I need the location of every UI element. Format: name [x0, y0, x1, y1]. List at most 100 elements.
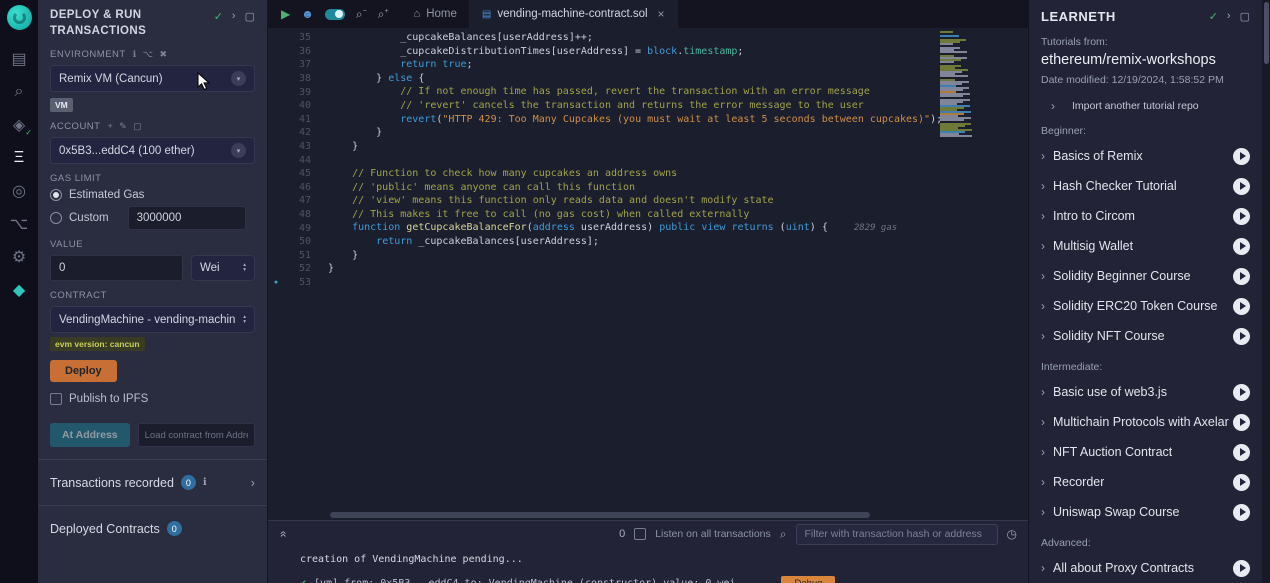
play-button[interactable] — [1233, 384, 1250, 401]
play-button[interactable] — [1233, 414, 1250, 431]
play-button[interactable] — [1233, 148, 1250, 165]
gutter-line[interactable]: 39 — [268, 85, 324, 99]
tutorial-item[interactable]: ›Basic use of web3.js — [1041, 377, 1250, 407]
tutorial-item[interactable]: ›Recorder — [1041, 467, 1250, 497]
value-unit-select[interactable]: Wei ▴▾ — [191, 255, 255, 281]
learneth-icon[interactable]: ◆ — [0, 273, 38, 306]
zoom-in-icon[interactable]: ⌕+ — [378, 8, 389, 20]
zoom-out-icon[interactable]: ⌕− — [356, 8, 367, 20]
code-editor[interactable]: 353637383940414243444546474849505152●53 … — [268, 28, 1028, 510]
expand-terminal-icon[interactable]: » — [275, 531, 289, 538]
code-line[interactable]: // 'public' means anyone can call this f… — [328, 181, 940, 195]
gutter-line[interactable]: 42 — [268, 126, 324, 140]
at-address-button[interactable]: At Address — [50, 423, 130, 447]
play-button[interactable] — [1233, 298, 1250, 315]
play-button[interactable] — [1233, 444, 1250, 461]
value-input[interactable] — [50, 255, 183, 281]
gutter-line[interactable]: 35 — [268, 31, 324, 45]
gutter-line[interactable]: 49 — [268, 221, 324, 235]
play-button[interactable] — [1233, 560, 1250, 577]
chevron-right-icon[interactable]: › — [1227, 10, 1231, 23]
code-line[interactable]: } — [328, 249, 940, 263]
play-button[interactable] — [1233, 178, 1250, 195]
code-line[interactable]: return true; — [328, 58, 940, 72]
gutter-line[interactable]: 41 — [268, 113, 324, 127]
add-account-icon[interactable]: + — [107, 121, 113, 132]
deployed-contracts-row[interactable]: Deployed Contracts 0 — [50, 514, 255, 543]
environment-select[interactable]: Remix VM (Cancun) ▾ — [50, 65, 255, 92]
scrollbar-thumb[interactable] — [1264, 2, 1269, 64]
tutorial-item[interactable]: ›Intro to Circom — [1041, 201, 1250, 231]
info-icon[interactable]: ℹ — [133, 49, 137, 60]
tutorial-item[interactable]: ›Solidity NFT Course — [1041, 321, 1250, 351]
code-line[interactable]: } — [328, 140, 940, 154]
sign-icon[interactable]: ✎ — [119, 121, 127, 132]
code-line[interactable]: revert("HTTP 429: Too Many Cupcakes (you… — [328, 113, 940, 127]
gutter-line[interactable]: 50 — [268, 235, 324, 249]
deploy-button[interactable]: Deploy — [50, 360, 117, 382]
play-button[interactable] — [1233, 474, 1250, 491]
code-line[interactable]: // 'revert' cancels the transaction and … — [328, 99, 940, 113]
file-explorer-icon[interactable]: ▤ — [0, 42, 38, 75]
git-icon[interactable]: ⌥ — [0, 207, 38, 240]
custom-gas-radio[interactable] — [50, 212, 62, 224]
code-line[interactable] — [328, 153, 940, 167]
code-line[interactable] — [328, 276, 940, 290]
solidity-compiler-icon[interactable]: ◈✓ — [0, 108, 38, 141]
panel-scrollbar[interactable] — [1262, 0, 1270, 583]
copy-icon[interactable]: ▢ — [133, 121, 142, 132]
tab-file[interactable]: ▤ vending-machine-contract.sol × — [470, 0, 678, 28]
at-address-input[interactable] — [138, 423, 255, 447]
plugin-manager-icon[interactable]: ⚙ — [0, 240, 38, 273]
account-select[interactable]: 0x5B3...eddC4 (100 ether) ▾ — [50, 137, 255, 164]
tutorial-item[interactable]: ›Multichain Protocols with Axelar — [1041, 407, 1250, 437]
code-line[interactable]: // This makes it free to call (no gas co… — [328, 208, 940, 222]
code-line[interactable]: } — [328, 126, 940, 140]
fork-icon[interactable]: ⌥ — [143, 49, 154, 60]
debugger-icon[interactable]: ◎ — [0, 174, 38, 207]
close-tab-icon[interactable]: × — [658, 7, 665, 21]
tutorial-item[interactable]: ›NFT Auction Contract — [1041, 437, 1250, 467]
play-button[interactable] — [1233, 208, 1250, 225]
chevron-right-icon[interactable]: › — [251, 475, 255, 490]
gutter-line[interactable]: 43 — [268, 140, 324, 154]
breakpoint-dot[interactable]: ● — [268, 279, 284, 286]
search-icon[interactable]: ⌕ — [780, 528, 787, 540]
gutter-line[interactable]: 48 — [268, 208, 324, 222]
terminal-filter-input[interactable] — [796, 524, 998, 545]
gutter-line[interactable]: 47 — [268, 194, 324, 208]
horizontal-scrollbar[interactable] — [268, 510, 1028, 520]
gutter-line[interactable]: ●53 — [268, 276, 324, 290]
code-line[interactable]: _cupcakeBalances[userAddress]++; — [328, 31, 940, 45]
gutter-line[interactable]: 38 — [268, 72, 324, 86]
custom-gas-input[interactable] — [128, 206, 246, 230]
gutter-line[interactable]: 40 — [268, 99, 324, 113]
history-icon[interactable]: ◷ — [1007, 528, 1017, 540]
minimap[interactable] — [940, 31, 976, 510]
code-line[interactable]: // If not enough time has passed, revert… — [328, 85, 940, 99]
code-line[interactable]: } else { — [328, 72, 940, 86]
contract-select[interactable]: VendingMachine - vending-machin ▴▾ — [50, 306, 255, 333]
estimated-gas-radio[interactable] — [50, 189, 62, 201]
live-mode-toggle[interactable] — [325, 9, 345, 20]
gutter-line[interactable]: 44 — [268, 153, 324, 167]
tutorial-item[interactable]: ›Uniswap Swap Course — [1041, 497, 1250, 527]
code-line[interactable]: } — [328, 262, 940, 276]
tutorial-item[interactable]: ›Basics of Remix — [1041, 141, 1250, 171]
listen-all-checkbox[interactable] — [634, 528, 646, 540]
play-button[interactable] — [1233, 238, 1250, 255]
play-button[interactable] — [1233, 328, 1250, 345]
code-line[interactable]: return _cupcakeBalances[userAddress]; — [328, 235, 940, 249]
gutter-line[interactable]: 51 — [268, 249, 324, 263]
chevron-right-icon[interactable]: › — [232, 10, 236, 39]
tutorial-item[interactable]: ›Solidity Beginner Course — [1041, 261, 1250, 291]
scrollbar-thumb[interactable] — [330, 512, 870, 518]
tutorial-item[interactable]: ›All about Proxy Contracts — [1041, 553, 1250, 583]
debug-button[interactable]: Debug — [781, 576, 835, 583]
popout-icon[interactable]: ▢ — [245, 10, 255, 39]
remix-logo[interactable] — [7, 5, 32, 30]
popout-icon[interactable]: ▢ — [1240, 10, 1250, 23]
search-icon[interactable]: ⌕ — [0, 75, 38, 108]
gutter-line[interactable]: 52 — [268, 262, 324, 276]
play-button[interactable] — [1233, 268, 1250, 285]
